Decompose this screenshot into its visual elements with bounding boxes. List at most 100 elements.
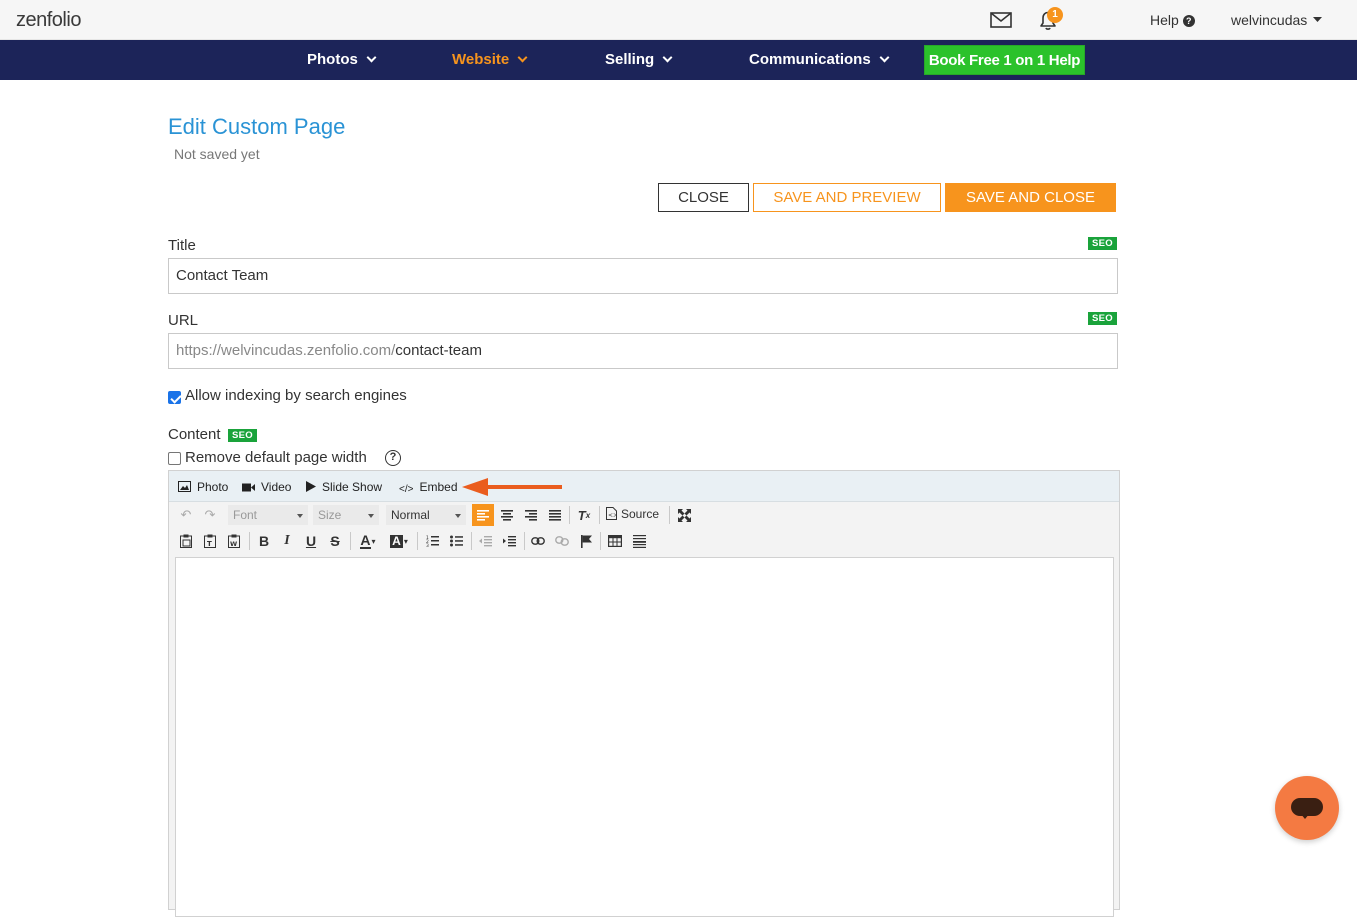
maximize-icon[interactable] (673, 504, 695, 526)
format-select[interactable]: Normal (386, 505, 466, 525)
editor-toolbar-row-2: T W B I U S A ▾ A ▾ 123 (169, 528, 1119, 554)
bulleted-list-icon[interactable] (445, 530, 467, 552)
content-editing-area[interactable] (175, 557, 1114, 917)
title-input-value: Contact Team (176, 267, 269, 284)
toolbar-divider (350, 532, 351, 550)
underline-icon[interactable]: U (300, 530, 322, 552)
page-title: Edit Custom Page (168, 114, 346, 139)
svg-text:W: W (230, 540, 237, 548)
background-color-icon[interactable]: A ▾ (385, 530, 413, 552)
help-circle-icon: ? (1182, 15, 1195, 27)
caret-down-icon (297, 514, 303, 518)
chevron-down-icon (517, 52, 528, 63)
italic-icon[interactable]: I (276, 530, 298, 552)
chat-button[interactable] (1275, 776, 1339, 840)
main-nav: Photos Website Selling Communications (0, 40, 1357, 80)
top-bar: zenfolio 1 Help? welvincudas (0, 0, 1357, 40)
insert-embed-button[interactable]: </> Embed (399, 480, 458, 495)
nav-selling[interactable]: Selling (605, 51, 673, 68)
font-select-value: Font (233, 508, 258, 522)
justify-icon[interactable] (544, 504, 566, 526)
paste-text-icon[interactable]: T (199, 530, 221, 552)
caret-down-icon (1313, 17, 1323, 22)
outdent-icon[interactable] (474, 530, 496, 552)
envelope-icon[interactable] (990, 10, 1012, 30)
chat-icon-tail (1300, 813, 1310, 819)
nav-communications-label: Communications (749, 51, 871, 68)
toolbar-divider (417, 532, 418, 550)
save-and-preview-button[interactable]: SAVE AND PREVIEW (753, 183, 941, 212)
help-menu[interactable]: Help? (1150, 12, 1195, 28)
size-select[interactable]: Size (313, 505, 379, 525)
zenfolio-logo[interactable]: zenfolio (16, 9, 81, 32)
username-label: welvincudas (1231, 12, 1308, 28)
svg-text:T: T (207, 540, 212, 548)
help-label: Help (1150, 12, 1179, 28)
video-camera-icon (242, 483, 255, 492)
close-button[interactable]: CLOSE (658, 183, 749, 212)
text-color-icon[interactable]: A ▾ (355, 530, 381, 552)
indent-icon[interactable] (498, 530, 520, 552)
insert-embed-label: Embed (419, 480, 458, 494)
seo-badge: SEO (1088, 237, 1117, 250)
toolbar-divider (569, 506, 570, 524)
insert-video-button[interactable]: Video (242, 480, 291, 494)
link-icon[interactable] (527, 530, 549, 552)
toolbar-divider (600, 532, 601, 550)
book-help-button[interactable]: Book Free 1 on 1 Help (924, 45, 1085, 75)
paste-icon[interactable] (175, 530, 197, 552)
strikethrough-icon[interactable]: S (324, 530, 346, 552)
save-and-close-button[interactable]: SAVE AND CLOSE (945, 183, 1116, 212)
url-label: URL (168, 312, 199, 329)
content-label: Content (168, 426, 221, 443)
content-editor: Photo Video Slide Show </> Embed ↶ ↷ Font… (168, 470, 1120, 917)
format-select-value: Normal (391, 508, 430, 522)
toolbar-divider (471, 532, 472, 550)
nav-photos[interactable]: Photos (307, 51, 377, 68)
code-icon: </> (399, 484, 414, 495)
chevron-down-icon (366, 52, 377, 63)
size-select-value: Size (318, 508, 342, 522)
undo-icon[interactable]: ↶ (175, 504, 197, 526)
anchor-flag-icon[interactable] (575, 530, 597, 552)
align-right-icon[interactable] (520, 504, 542, 526)
paste-word-icon[interactable]: W (223, 530, 245, 552)
help-circle-icon[interactable]: ? (385, 450, 401, 466)
allow-indexing-label: Allow indexing by search engines (185, 387, 407, 404)
insert-media-bar: Photo Video Slide Show </> Embed (169, 471, 1119, 502)
toolbar-divider (524, 532, 525, 550)
title-label: Title (168, 237, 196, 254)
insert-photo-button[interactable]: Photo (178, 480, 228, 494)
bold-icon[interactable]: B (253, 530, 275, 552)
clear-format-icon[interactable]: Tx (573, 504, 595, 526)
source-label: Source (621, 507, 660, 521)
remove-page-width-checkbox[interactable] (168, 452, 181, 465)
horizontal-line-icon[interactable] (628, 530, 650, 552)
align-center-icon[interactable] (496, 504, 518, 526)
nav-selling-label: Selling (605, 51, 655, 68)
numbered-list-icon[interactable]: 123 (421, 530, 443, 552)
nav-communications[interactable]: Communications (749, 51, 890, 68)
insert-video-label: Video (261, 480, 292, 494)
source-button[interactable]: <> Source (606, 507, 659, 521)
user-menu[interactable]: welvincudas (1231, 12, 1323, 28)
save-status: Not saved yet (174, 146, 260, 162)
caret-down-icon (368, 514, 374, 518)
url-input[interactable]: https://welvincudas.zenfolio.com/contact… (168, 333, 1118, 369)
photo-icon (178, 481, 191, 492)
table-icon[interactable] (604, 530, 626, 552)
align-left-icon[interactable] (472, 504, 494, 526)
redo-icon[interactable]: ↷ (199, 504, 221, 526)
nav-website[interactable]: Website (452, 51, 528, 68)
toolbar-divider (249, 532, 250, 550)
insert-photo-label: Photo (197, 480, 229, 494)
insert-slideshow-button[interactable]: Slide Show (306, 480, 382, 494)
title-input[interactable]: Contact Team (168, 258, 1118, 294)
nav-photos-label: Photos (307, 51, 358, 68)
nav-website-label: Website (452, 51, 510, 68)
remove-page-width-label: Remove default page width (185, 449, 367, 466)
editor-toolbar-row-1: ↶ ↷ Font Size Normal Tx <> Source (169, 502, 1119, 528)
unlink-icon[interactable] (551, 530, 573, 552)
font-select[interactable]: Font (228, 505, 308, 525)
allow-indexing-checkbox[interactable] (168, 391, 181, 404)
